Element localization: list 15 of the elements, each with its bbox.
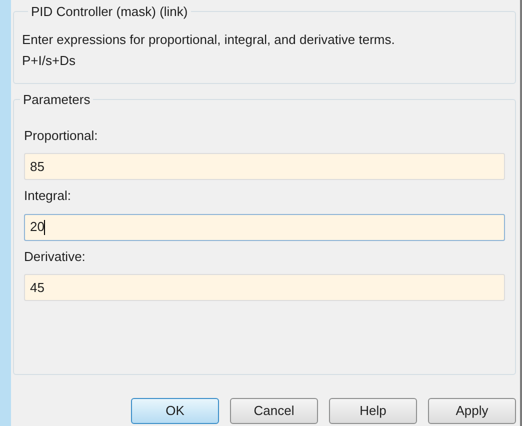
description-text: P+I/s+Ds [22,52,76,70]
panel-title: PID Controller (mask) (link) [30,3,189,21]
text-caret [44,220,46,234]
dialog-button[interactable]: Help [329,398,417,424]
field-label: Proportional: [24,126,99,145]
description-text: Enter expressions for proportional, integral, and derivative terms. [22,30,396,49]
panel-title: Parameters [22,91,92,109]
dialog-button[interactable]: Apply [428,398,516,424]
dialog-button[interactable]: Cancel [230,398,318,424]
dialog-button[interactable]: OK [131,398,219,424]
field-label: Derivative: [24,248,86,266]
input-field[interactable]: 20 [24,214,505,240]
input-field[interactable]: 45 [24,274,505,301]
field-label: Integral: [24,187,72,205]
input-field[interactable]: 85 [24,153,505,180]
